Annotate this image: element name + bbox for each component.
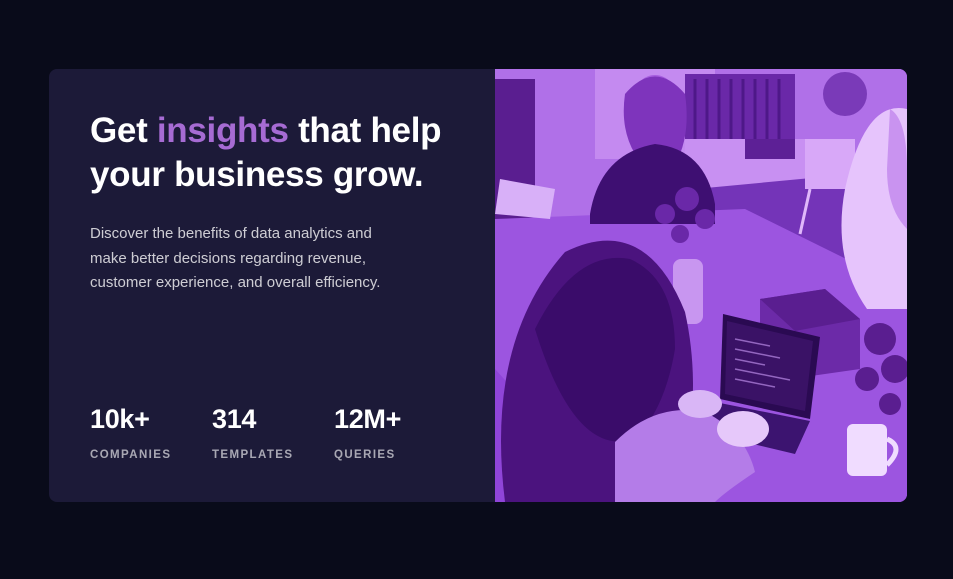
stat-label: COMPANIES (90, 449, 172, 461)
stat-label: TEMPLATES (212, 449, 294, 461)
stat-value: 12M+ (334, 404, 402, 434)
stat-templates: 314 TEMPLATES (212, 403, 334, 461)
stat-value: 314 (212, 404, 257, 434)
stats-preview-card: Get insights that help your business gro… (49, 69, 907, 502)
card-content: Get insights that help your business gro… (49, 69, 495, 502)
stat-value: 10k+ (90, 404, 150, 434)
headline-accent: insights (156, 111, 289, 150)
headline-text-start: Get (90, 111, 157, 150)
stat-companies: 10k+ COMPANIES (90, 403, 212, 461)
stat-label: QUERIES (334, 449, 396, 461)
headline: Get insights that help your business gro… (90, 109, 450, 197)
office-photo-illustration (495, 69, 907, 502)
stats-row: 10k+ COMPANIES 314 TEMPLATES 12M+ QUERIE… (90, 403, 444, 461)
description: Discover the benefits of data analytics … (90, 225, 381, 291)
stat-queries: 12M+ QUERIES (334, 403, 444, 461)
office-team-photo (495, 69, 907, 502)
